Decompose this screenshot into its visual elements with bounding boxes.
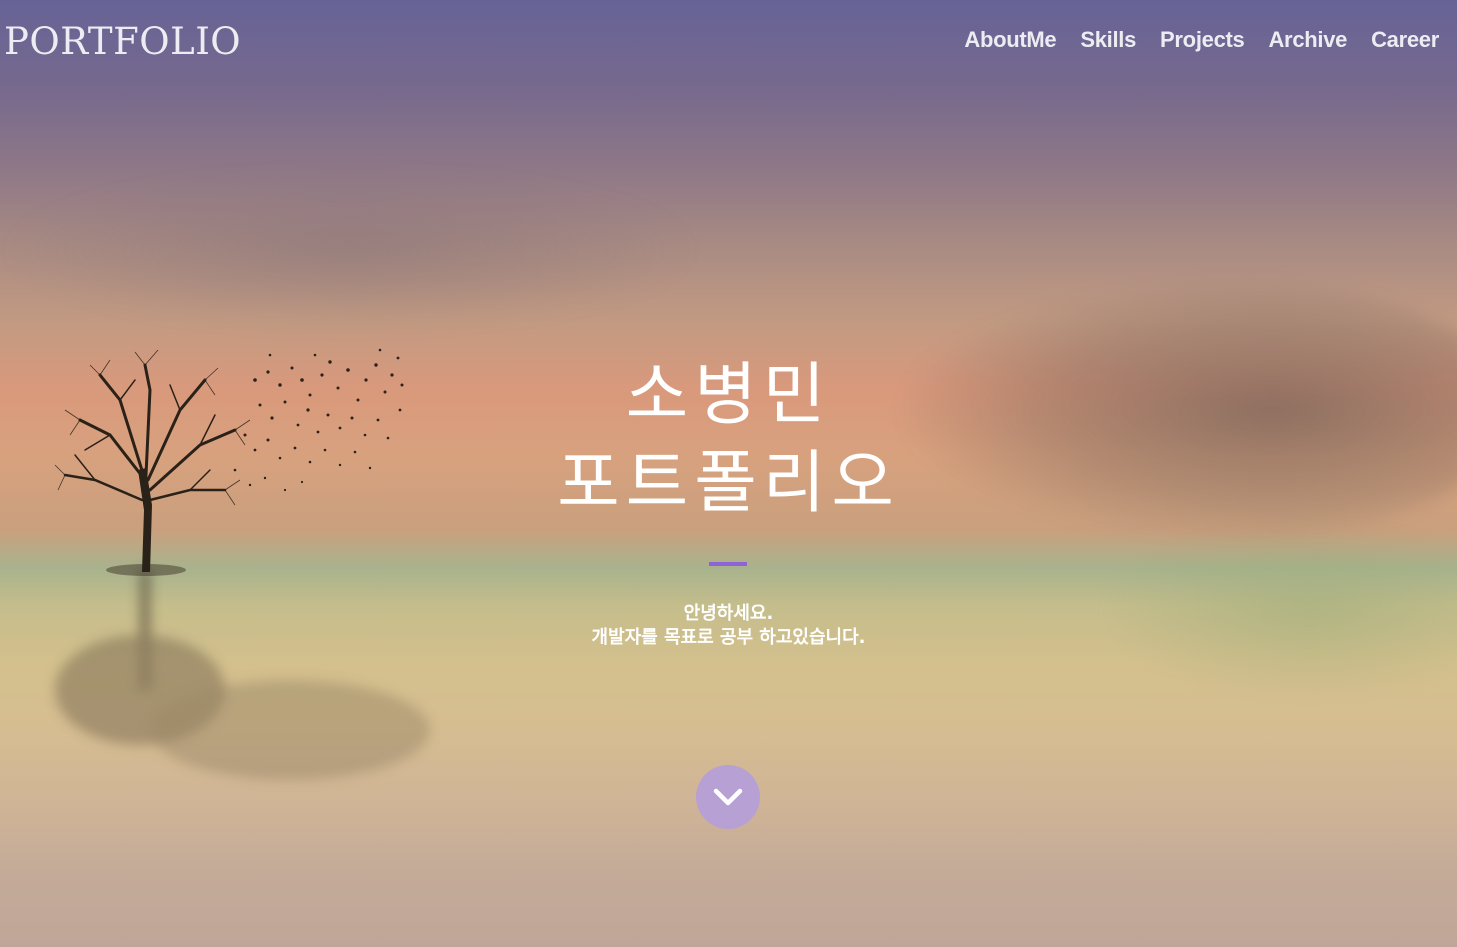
hero-title: 소병민 포트폴리오 [0, 352, 1457, 528]
site-logo[interactable]: PORTFOLIO [4, 20, 241, 63]
nav-item-archive[interactable]: Archive [1268, 27, 1347, 53]
subtitle-greeting: 안녕하세요. [683, 603, 774, 624]
hero-title-portfolio: 포트폴리오 [557, 444, 900, 523]
hero-subtitle: 안녕하세요. 개발자를 목표로 공부 하고있습니다. [0, 602, 1457, 650]
subtitle-intro: 개발자를 목표로 공부 하고있습니다. [591, 627, 866, 648]
nav-item-aboutme[interactable]: AboutMe [964, 27, 1056, 53]
sky-haze [0, 170, 700, 330]
title-divider [709, 562, 747, 566]
nav-menu: AboutMe Skills Projects Archive Career [964, 27, 1439, 53]
nav-item-skills[interactable]: Skills [1080, 27, 1136, 53]
nav-item-projects[interactable]: Projects [1160, 27, 1245, 53]
chevron-down-icon [713, 788, 743, 806]
scroll-down-button[interactable] [696, 765, 760, 829]
nav-item-career[interactable]: Career [1371, 27, 1439, 53]
top-navbar: PORTFOLIO AboutMe Skills Projects Archiv… [0, 0, 1457, 84]
hero-title-name: 소병민 [625, 356, 832, 435]
